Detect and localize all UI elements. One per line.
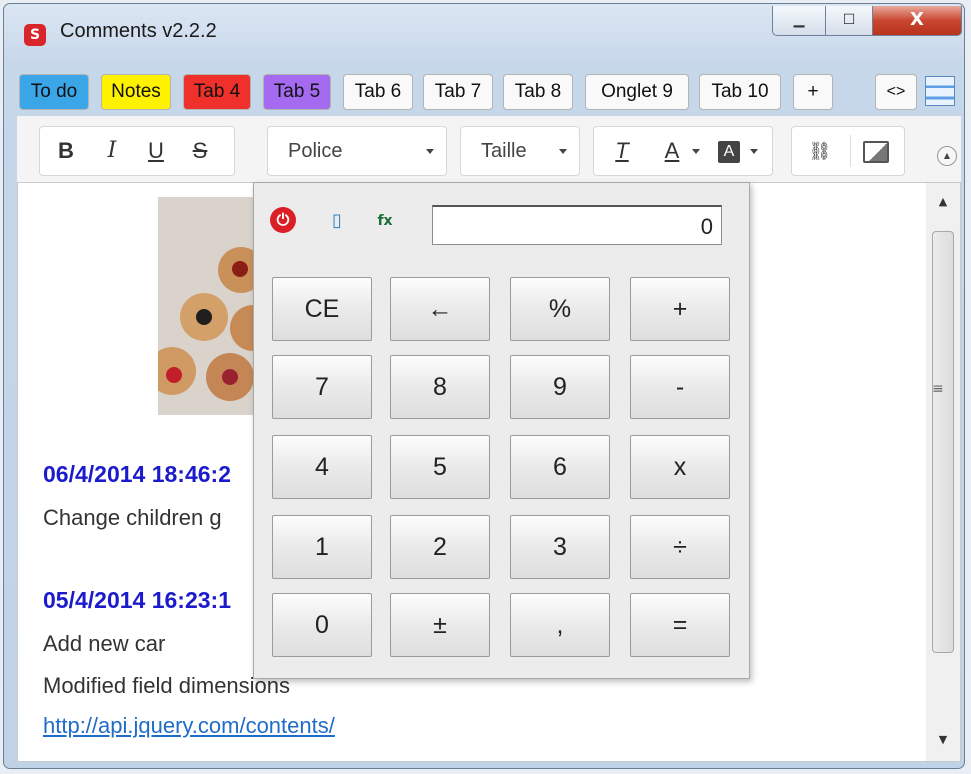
chevron-down-icon bbox=[426, 149, 434, 154]
pencils-image bbox=[158, 197, 258, 415]
key-3[interactable]: 3 bbox=[510, 515, 610, 579]
window-title: Comments v2.2.2 bbox=[60, 20, 217, 42]
entry-timestamp: 05/4/2014 16:23:1 bbox=[43, 587, 231, 613]
document-icon[interactable]: ▯ bbox=[324, 207, 350, 235]
calculator-popup: ⏻ ▯ fx 0 CE ← % + 7 8 9 - 4 5 6 x 1 2 3 … bbox=[253, 182, 750, 679]
entry-timestamp: 06/4/2014 18:46:2 bbox=[43, 461, 231, 487]
color-group: T A A bbox=[593, 126, 773, 176]
tab-5[interactable]: Tab 5 bbox=[263, 74, 331, 110]
minimize-button[interactable]: ▁ bbox=[772, 6, 826, 36]
collapse-toolbar-icon[interactable]: ▲ bbox=[937, 146, 957, 166]
clear-format-icon[interactable]: T bbox=[602, 127, 642, 175]
key-minus[interactable]: - bbox=[630, 355, 730, 419]
key-equals[interactable]: = bbox=[630, 593, 730, 657]
size-dropdown-label: Taille bbox=[481, 140, 527, 162]
key-4[interactable]: 4 bbox=[272, 435, 372, 499]
bold-button[interactable]: B bbox=[46, 127, 86, 175]
scroll-up-icon[interactable]: ▲ bbox=[926, 187, 960, 217]
chevron-down-icon[interactable] bbox=[750, 149, 758, 154]
grip-icon: ≡ bbox=[932, 381, 944, 397]
key-plus[interactable]: + bbox=[630, 277, 730, 341]
key-backspace[interactable]: ← bbox=[390, 277, 490, 341]
image-icon[interactable] bbox=[854, 127, 898, 175]
entry-link[interactable]: http://api.jquery.com/contents/ bbox=[43, 713, 335, 739]
chevron-down-icon[interactable] bbox=[692, 149, 700, 154]
app-window: S Comments v2.2.2 ▁ ☐ X To do Notes Tab … bbox=[3, 3, 965, 769]
tab-10[interactable]: Tab 10 bbox=[699, 74, 781, 110]
tab-6[interactable]: Tab 6 bbox=[343, 74, 413, 110]
tab-7[interactable]: Tab 7 bbox=[423, 74, 493, 110]
key-0[interactable]: 0 bbox=[272, 593, 372, 657]
key-percent[interactable]: % bbox=[510, 277, 610, 341]
close-button[interactable]: X bbox=[872, 6, 962, 36]
key-5[interactable]: 5 bbox=[390, 435, 490, 499]
key-multiply[interactable]: x bbox=[630, 435, 730, 499]
code-view-button[interactable]: <> bbox=[875, 74, 917, 110]
title-bar[interactable]: S Comments v2.2.2 ▁ ☐ X bbox=[4, 4, 964, 60]
key-9[interactable]: 9 bbox=[510, 355, 610, 419]
key-8[interactable]: 8 bbox=[390, 355, 490, 419]
link-icon[interactable]: ⛓ bbox=[798, 127, 842, 175]
key-plus-minus[interactable]: ± bbox=[390, 593, 490, 657]
chevron-down-icon bbox=[559, 149, 567, 154]
vertical-scrollbar[interactable]: ▲ ≡ ▼ bbox=[926, 183, 960, 761]
font-dropdown-label: Police bbox=[288, 140, 343, 162]
divider bbox=[850, 135, 851, 167]
sketchup-icon: S bbox=[24, 24, 46, 46]
tabs-bar: To do Notes Tab 4 Tab 5 Tab 6 Tab 7 Tab … bbox=[17, 70, 959, 114]
underline-button[interactable]: U bbox=[136, 127, 176, 175]
scroll-down-icon[interactable]: ▼ bbox=[926, 725, 960, 755]
editor-toolbar: B I U S Police Taille T A A ⛓ ▲ bbox=[17, 116, 961, 182]
settings-panel-icon[interactable] bbox=[925, 76, 955, 106]
tab-8[interactable]: Tab 8 bbox=[503, 74, 573, 110]
font-dropdown[interactable]: Police bbox=[267, 126, 447, 176]
size-dropdown[interactable]: Taille bbox=[460, 126, 580, 176]
text-color-icon[interactable]: A bbox=[652, 127, 692, 175]
tab-4[interactable]: Tab 4 bbox=[183, 74, 251, 110]
key-7[interactable]: 7 bbox=[272, 355, 372, 419]
entry-line: Change children g bbox=[43, 505, 222, 530]
calculator-display: 0 bbox=[432, 205, 722, 245]
power-icon[interactable]: ⏻ bbox=[270, 207, 296, 233]
key-2[interactable]: 2 bbox=[390, 515, 490, 579]
tab-to-do[interactable]: To do bbox=[19, 74, 89, 110]
maximize-button[interactable]: ☐ bbox=[825, 6, 873, 36]
add-tab-button[interactable]: + bbox=[793, 74, 833, 110]
insert-group: ⛓ bbox=[791, 126, 905, 176]
key-1[interactable]: 1 bbox=[272, 515, 372, 579]
scroll-thumb[interactable] bbox=[932, 231, 954, 653]
tab-notes[interactable]: Notes bbox=[101, 74, 171, 110]
key-divide[interactable]: ÷ bbox=[630, 515, 730, 579]
italic-button[interactable]: I bbox=[92, 127, 132, 175]
text-style-group: B I U S bbox=[39, 126, 235, 176]
tab-onglet-9[interactable]: Onglet 9 bbox=[585, 74, 689, 110]
key-6[interactable]: 6 bbox=[510, 435, 610, 499]
entry-line: Add new car bbox=[43, 631, 166, 656]
key-decimal[interactable]: , bbox=[510, 593, 610, 657]
strikethrough-button[interactable]: S bbox=[180, 127, 220, 175]
function-icon[interactable]: fx bbox=[372, 207, 398, 235]
key-ce[interactable]: CE bbox=[272, 277, 372, 341]
background-color-icon[interactable]: A bbox=[718, 141, 740, 164]
